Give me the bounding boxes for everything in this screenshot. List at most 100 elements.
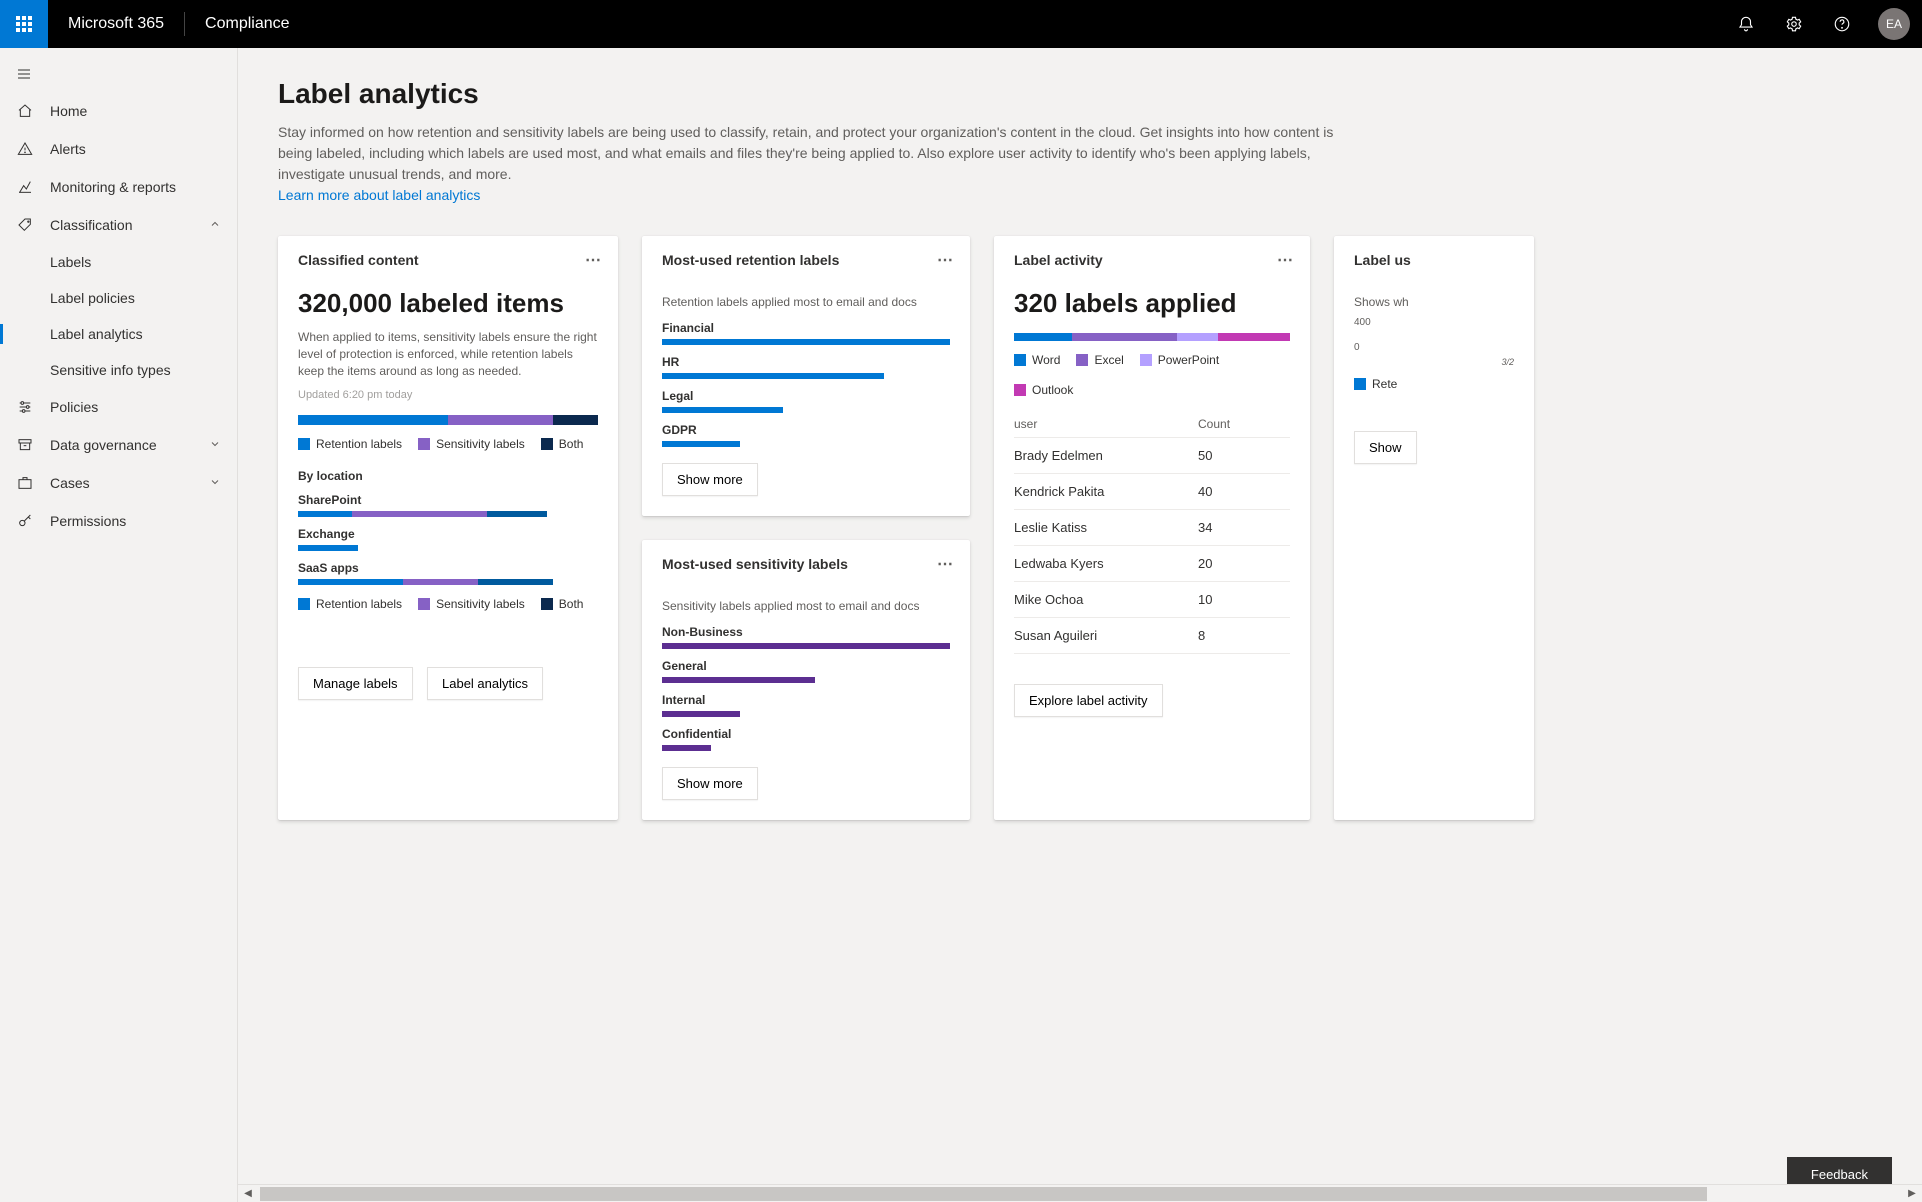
bar-seg-sensitivity <box>448 415 553 425</box>
scrollbar-thumb[interactable] <box>260 1187 1707 1201</box>
sidebar-item-policies[interactable]: Policies <box>0 388 237 426</box>
sidebar-toggle[interactable] <box>0 56 237 92</box>
card-menu-icon[interactable]: ⋯ <box>937 250 954 270</box>
sidebar-item-cases[interactable]: Cases <box>0 464 237 502</box>
th-user: user <box>1014 417 1198 431</box>
sidebar-item-label-analytics[interactable]: Label analytics <box>0 316 237 352</box>
sidebar-sub-label: Label policies <box>50 290 135 306</box>
card-title: Classified content <box>298 252 598 278</box>
legend-sensitivity: Sensitivity labels <box>418 437 525 451</box>
activity-stat: 320 labels applied <box>1014 288 1290 319</box>
sidebar-item-labels[interactable]: Labels <box>0 244 237 280</box>
app-header: Microsoft 365 Compliance EA <box>0 0 1922 48</box>
bar-label: Confidential <box>662 727 950 741</box>
label-analytics-button[interactable]: Label analytics <box>427 667 543 700</box>
card-retention-labels: ⋯ Most-used retention labels Retention l… <box>642 236 970 516</box>
card-menu-icon[interactable]: ⋯ <box>937 554 954 574</box>
y-tick: 400 <box>1354 317 1514 328</box>
bar-label: Financial <box>662 321 950 335</box>
sidebar-item-data-governance[interactable]: Data governance <box>0 426 237 464</box>
app-title: Compliance <box>185 15 309 33</box>
y-tick: 0 <box>1354 342 1514 353</box>
home-icon <box>16 102 34 120</box>
legend-word: Word <box>1014 353 1060 367</box>
sidebar-label: Monitoring & reports <box>50 179 176 195</box>
horizontal-scrollbar[interactable]: ◀ ▶ <box>238 1184 1922 1202</box>
card-menu-icon[interactable]: ⋯ <box>1277 250 1294 270</box>
show-more-button[interactable]: Show more <box>662 767 758 800</box>
sidebar-item-sensitive-info[interactable]: Sensitive info types <box>0 352 237 388</box>
explore-activity-button[interactable]: Explore label activity <box>1014 684 1163 717</box>
page-description: Stay informed on how retention and sensi… <box>278 122 1338 206</box>
legend-retention: Rete <box>1354 377 1397 391</box>
bar-seg-retention <box>298 415 448 425</box>
location-exchange: Exchange <box>298 527 598 551</box>
location-saas: SaaS apps <box>298 561 598 585</box>
legend-both: Both <box>541 597 584 611</box>
sidebar-label: Cases <box>50 475 90 491</box>
page-title: Label analytics <box>278 78 1882 110</box>
bar-label: Legal <box>662 389 950 403</box>
legend-retention: Retention labels <box>298 437 402 451</box>
sliders-icon <box>16 398 34 416</box>
usage-desc: Shows wh <box>1354 294 1514 311</box>
card-title: Label activity <box>1014 252 1290 278</box>
sidebar-item-home[interactable]: Home <box>0 92 237 130</box>
sidebar-item-alerts[interactable]: Alerts <box>0 130 237 168</box>
activity-table: user Count Brady Edelmen50 Kendrick Paki… <box>1014 411 1290 654</box>
card-classified-content: ⋯ Classified content 320,000 labeled ite… <box>278 236 618 820</box>
card-menu-icon[interactable]: ⋯ <box>585 250 602 270</box>
card-sensitivity-labels: ⋯ Most-used sensitivity labels Sensitivi… <box>642 540 970 820</box>
show-button[interactable]: Show <box>1354 431 1417 464</box>
legend-both: Both <box>541 437 584 451</box>
page-desc-text: Stay informed on how retention and sensi… <box>278 124 1333 182</box>
chevron-up-icon <box>209 217 221 233</box>
legend-excel: Excel <box>1076 353 1123 367</box>
sidebar-item-label-policies[interactable]: Label policies <box>0 280 237 316</box>
sensitivity-desc: Sensitivity labels applied most to email… <box>662 598 950 615</box>
card-label-activity: ⋯ Label activity 320 labels applied Word… <box>994 236 1310 820</box>
card-title: Most-used retention labels <box>662 252 950 278</box>
table-row: Mike Ochoa10 <box>1014 582 1290 618</box>
activity-bar <box>1014 333 1290 341</box>
main-content: Label analytics Stay informed on how ret… <box>238 48 1922 1202</box>
sidebar-label: Alerts <box>50 141 86 157</box>
chevron-down-icon <box>209 437 221 453</box>
brand-label: Microsoft 365 <box>48 15 184 33</box>
settings-icon[interactable] <box>1770 0 1818 48</box>
sidebar-label: Classification <box>50 217 132 233</box>
scroll-left-icon[interactable]: ◀ <box>238 1188 258 1199</box>
help-icon[interactable] <box>1818 0 1866 48</box>
sidebar: Home Alerts Monitoring & reports Classif… <box>0 48 238 1202</box>
scroll-right-icon[interactable]: ▶ <box>1902 1188 1922 1199</box>
bar-label: Non-Business <box>662 625 950 639</box>
notifications-icon[interactable] <box>1722 0 1770 48</box>
show-more-button[interactable]: Show more <box>662 463 758 496</box>
tag-icon <box>16 216 34 234</box>
bar-label: HR <box>662 355 950 369</box>
bar-label: Internal <box>662 693 950 707</box>
sidebar-label: Data governance <box>50 437 157 453</box>
sidebar-item-permissions[interactable]: Permissions <box>0 502 237 540</box>
sidebar-sub-label: Sensitive info types <box>50 362 171 378</box>
sidebar-label: Home <box>50 103 87 119</box>
learn-more-link[interactable]: Learn more about label analytics <box>278 187 480 203</box>
user-avatar[interactable]: EA <box>1878 8 1910 40</box>
location-sharepoint: SharePoint <box>298 493 598 517</box>
alert-icon <box>16 140 34 158</box>
sidebar-label: Permissions <box>50 513 126 529</box>
legend-retention: Retention labels <box>298 597 402 611</box>
classified-updated: Updated 6:20 pm today <box>298 389 598 401</box>
chart-icon <box>16 178 34 196</box>
sidebar-item-classification[interactable]: Classification <box>0 206 237 244</box>
table-row: Susan Aguileri8 <box>1014 618 1290 654</box>
manage-labels-button[interactable]: Manage labels <box>298 667 413 700</box>
table-row: Leslie Katiss34 <box>1014 510 1290 546</box>
app-launcher[interactable] <box>0 0 48 48</box>
sidebar-sub-label: Label analytics <box>50 326 143 342</box>
activity-legend: Word Excel PowerPoint Outlook <box>1014 353 1290 397</box>
bar-label: GDPR <box>662 423 950 437</box>
classified-stat: 320,000 labeled items <box>298 288 598 319</box>
sidebar-item-monitoring[interactable]: Monitoring & reports <box>0 168 237 206</box>
archive-icon <box>16 436 34 454</box>
